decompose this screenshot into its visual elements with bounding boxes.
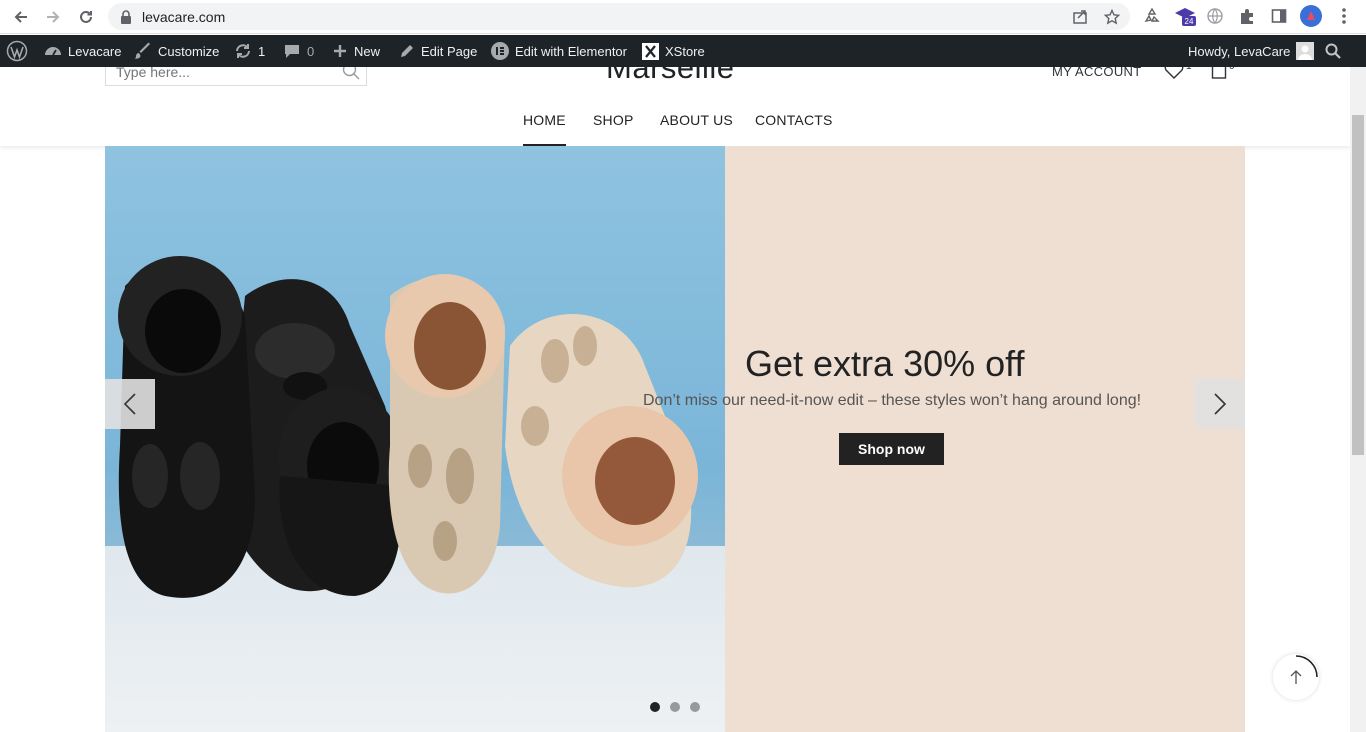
- nav-about-us[interactable]: ABOUT US: [660, 112, 733, 128]
- cart-count: 0: [1229, 67, 1235, 72]
- plus-icon: [334, 45, 346, 57]
- site-header: Marseille MY ACCOUNT 1 0 HOME SHOP ABOUT…: [0, 67, 1350, 146]
- xstore-label: XStore: [665, 43, 705, 59]
- lock-icon[interactable]: [116, 7, 136, 27]
- customize-menu[interactable]: Customize: [134, 35, 219, 67]
- profile-avatar-icon[interactable]: [1300, 5, 1322, 27]
- edit-page-link[interactable]: Edit Page: [399, 35, 477, 67]
- customize-label: Customize: [158, 43, 220, 59]
- slide-dot-3[interactable]: [690, 702, 700, 712]
- wp-admin-bar: Levacare Customize 1 0 New Edit Page Edi…: [0, 35, 1366, 67]
- hero-subtitle: Don’t miss our need-it-now edit – these …: [643, 392, 1142, 409]
- extensions-puzzle-icon[interactable]: [1236, 5, 1258, 27]
- nav-shop[interactable]: SHOP: [593, 112, 633, 128]
- url-text: levacare.com: [142, 9, 226, 25]
- hero-product-image: [105, 146, 725, 732]
- page-scrollbar[interactable]: [1350, 67, 1366, 732]
- shop-now-button[interactable]: Shop now: [839, 433, 944, 465]
- reload-icon[interactable]: [74, 5, 98, 29]
- browser-menu-icon[interactable]: [1333, 5, 1355, 27]
- main-navigation: HOME SHOP ABOUT US CONTACTS: [0, 108, 1350, 146]
- dashboard-gauge-icon: [45, 47, 61, 56]
- globe-extension-icon[interactable]: [1204, 5, 1226, 27]
- browser-toolbar: levacare.com 24: [0, 0, 1366, 34]
- hero-slider: Get extra 30% off Don’t miss our need-it…: [105, 146, 1245, 732]
- cart-link[interactable]: 0: [1211, 67, 1235, 79]
- slide-dot-1[interactable]: [650, 702, 660, 712]
- new-label: New: [354, 43, 381, 59]
- pencil-icon: [401, 45, 413, 57]
- fur-clogs-illustration: [118, 256, 698, 598]
- slide-dot-2[interactable]: [670, 702, 680, 712]
- edit-elementor-label: Edit with Elementor: [515, 43, 627, 59]
- back-icon[interactable]: [9, 5, 33, 29]
- back-to-top-button[interactable]: [1273, 654, 1319, 700]
- hero-title: Get extra 30% off: [745, 343, 1025, 384]
- xstore-menu[interactable]: XStore: [642, 35, 705, 67]
- site-name-label: Levacare: [68, 43, 122, 59]
- wishlist-link[interactable]: 1: [1164, 67, 1192, 79]
- site-name-menu[interactable]: Levacare: [44, 35, 121, 67]
- forward-icon[interactable]: [41, 5, 65, 29]
- search-form: [105, 67, 367, 86]
- graduation-extension-icon[interactable]: 24: [1174, 5, 1196, 27]
- wordpress-logo-icon[interactable]: [6, 35, 28, 67]
- search-input[interactable]: [106, 67, 326, 85]
- updates-menu[interactable]: 1: [234, 35, 265, 67]
- slider-pagination: [650, 702, 700, 712]
- updates-refresh-icon: [236, 44, 250, 58]
- bookmark-star-icon[interactable]: [1102, 7, 1122, 27]
- new-content-menu[interactable]: New: [332, 35, 380, 67]
- user-avatar-icon: [1296, 42, 1315, 60]
- paintbrush-icon: [134, 42, 150, 59]
- elementor-icon: [491, 42, 509, 60]
- howdy-label: Howdy, LevaCare: [1188, 43, 1291, 59]
- edit-page-label: Edit Page: [421, 43, 478, 59]
- updates-count: 1: [258, 43, 266, 59]
- share-icon[interactable]: [1070, 7, 1090, 27]
- scrollbar-thumb[interactable]: [1352, 115, 1364, 455]
- scroll-progress-ring: [1295, 655, 1318, 678]
- extension-badge: 24: [1185, 17, 1194, 26]
- site-logo[interactable]: Marseille: [606, 67, 735, 86]
- my-account-link[interactable]: MY ACCOUNT: [1052, 67, 1141, 79]
- recycle-extension-icon[interactable]: [1141, 5, 1163, 27]
- shopping-bag-icon: [1211, 67, 1227, 79]
- xstore-logo-icon: [642, 42, 659, 60]
- slider-prev-button[interactable]: [105, 379, 155, 429]
- chevron-right-icon: [1214, 393, 1227, 415]
- comment-bubble-icon: [285, 45, 299, 58]
- search-icon[interactable]: [342, 67, 360, 85]
- account-menu[interactable]: Howdy, LevaCare: [1188, 35, 1315, 67]
- admin-search-icon[interactable]: [1325, 35, 1341, 67]
- nav-contacts[interactable]: CONTACTS: [755, 112, 833, 128]
- address-bar[interactable]: levacare.com: [108, 3, 1130, 30]
- wishlist-count: 1: [1186, 67, 1192, 72]
- nav-home[interactable]: HOME: [523, 112, 566, 146]
- chevron-left-icon: [123, 393, 136, 415]
- comments-menu[interactable]: 0: [283, 35, 314, 67]
- edit-elementor-link[interactable]: Edit with Elementor: [491, 35, 627, 67]
- heart-icon: [1164, 67, 1184, 79]
- side-panel-icon[interactable]: [1268, 5, 1290, 27]
- comments-count: 0: [307, 43, 315, 59]
- slider-next-button[interactable]: [1195, 379, 1245, 429]
